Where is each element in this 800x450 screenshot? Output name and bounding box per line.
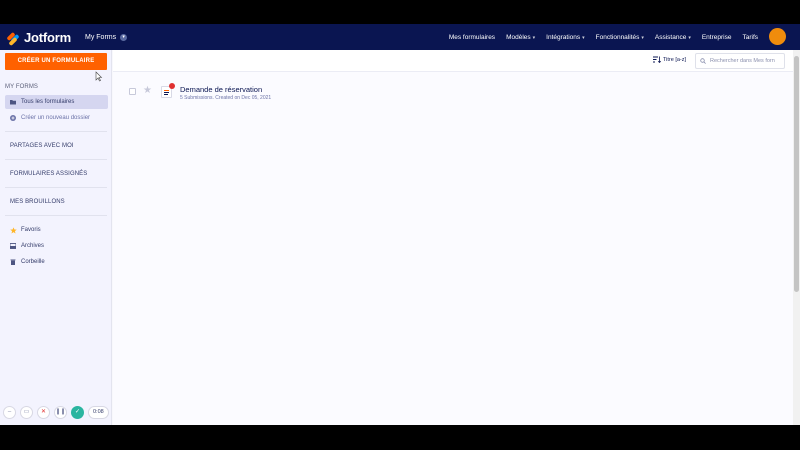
user-avatar[interactable] (769, 28, 786, 45)
nav-item-assistance[interactable]: Assistance ▾ (655, 34, 691, 41)
checkmark-icon[interactable]: ✓ (71, 406, 84, 419)
search-icon (700, 58, 706, 64)
camera-icon[interactable]: ▭ (20, 406, 33, 419)
top-navigation-bar: Jotform My Forms ▾ Mes formulaires Modèl… (0, 24, 800, 50)
sidebar-item-label: Corbeille (21, 259, 45, 265)
archive-icon (9, 243, 17, 249)
sidebar-item-assigned[interactable]: FORMULAIRES ASSIGNÉS (10, 171, 87, 177)
my-forms-section-title: MY FORMS (5, 84, 39, 90)
nav-item-tarifs[interactable]: Tarifs (742, 34, 758, 41)
nav-item-entreprise[interactable]: Entreprise (702, 34, 732, 41)
star-icon (10, 227, 17, 234)
folder-icon (10, 99, 16, 105)
jotform-logo-icon (6, 31, 20, 46)
sort-label: Titre [a-z] (663, 56, 687, 63)
sidebar-item-label: Tous les formulaires (21, 99, 75, 105)
sidebar-item-label: Favoris (21, 227, 41, 233)
divider (5, 215, 107, 216)
nav-item-integrations[interactable]: Intégrations ▾ (546, 34, 584, 41)
notification-badge (169, 83, 175, 89)
toolbar: Titre [a-z] Rechercher dans Mes forn (113, 50, 793, 72)
minimize-icon[interactable]: – (3, 406, 16, 419)
sort-icon (653, 56, 661, 63)
create-form-button[interactable]: CRÉER UN FORMULAIRE (5, 53, 107, 70)
main-nav: Mes formulaires Modèles ▾ Intégrations ▾ F… (438, 24, 758, 50)
form-meta: 5 Submissions. Created on Dec 05, 2021 (180, 95, 272, 101)
sidebar-item-label: Créer un nouveau dossier (21, 115, 91, 121)
nav-item-mes-formulaires[interactable]: Mes formulaires (449, 34, 495, 41)
app-window: Jotform My Forms ▾ Mes formulaires Modèl… (0, 24, 800, 425)
divider (5, 131, 107, 132)
sort-button[interactable]: Titre [a-z] (653, 56, 686, 63)
scrollbar[interactable] (793, 50, 800, 425)
search-box[interactable]: Rechercher dans Mes forn (695, 53, 785, 69)
sidebar-item-drafts[interactable]: MES BROUILLONS (10, 199, 65, 205)
recording-timer: 0:08 (88, 406, 109, 419)
recorder-controls: – ▭ ✕ ❚❚ ✓ 0:08 (3, 406, 109, 419)
sidebar-item-archives[interactable]: Archives (5, 239, 108, 253)
context-label[interactable]: My Forms (85, 34, 116, 41)
sidebar-item-shared[interactable]: PARTAGES AVEC MOI (10, 143, 74, 149)
chevron-down-icon: ▾ (532, 34, 536, 41)
chevron-down-icon: ▾ (641, 34, 644, 41)
nav-item-fonctionnalites[interactable]: Fonctionnalités ▾ (596, 34, 644, 41)
sidebar-item-all-forms[interactable]: Tous les formulaires (5, 95, 108, 109)
scrollbar-thumb[interactable] (794, 56, 799, 292)
star-icon[interactable]: ★ (143, 85, 152, 96)
close-icon[interactable]: ✕ (37, 406, 50, 419)
select-checkbox[interactable] (129, 88, 136, 95)
divider (5, 159, 107, 160)
list-item[interactable]: ★ Demande de réservation 5 Submissions. … (127, 83, 527, 103)
sidebar-item-favorites[interactable]: Favoris (5, 223, 108, 237)
pause-icon[interactable]: ❚❚ (54, 406, 67, 419)
form-title[interactable]: Demande de réservation (180, 85, 262, 94)
sidebar-item-label: Archives (21, 243, 45, 249)
sidebar-item-new-folder[interactable]: Créer un nouveau dossier (5, 111, 108, 125)
search-input[interactable]: Rechercher dans Mes forn (710, 58, 775, 64)
chevron-down-icon: ▾ (688, 34, 691, 41)
nav-item-modeles[interactable]: Modèles ▾ (506, 34, 535, 41)
main-content: Titre [a-z] Rechercher dans Mes forn ★ D… (113, 50, 793, 425)
jotform-logo[interactable]: Jotform (6, 29, 71, 46)
chevron-down-icon: ▾ (582, 34, 585, 41)
form-document-icon (161, 83, 175, 98)
sidebar: CRÉER UN FORMULAIRE MY FORMS Tous les fo… (0, 50, 112, 425)
mouse-cursor-icon (95, 71, 103, 82)
brand-name: Jotform (24, 29, 71, 45)
divider (5, 187, 107, 188)
plus-circle-icon (10, 115, 16, 121)
chevron-down-icon[interactable]: ▾ (120, 33, 128, 41)
sidebar-item-trash[interactable]: Corbeille (5, 255, 108, 269)
trash-icon (10, 259, 16, 265)
